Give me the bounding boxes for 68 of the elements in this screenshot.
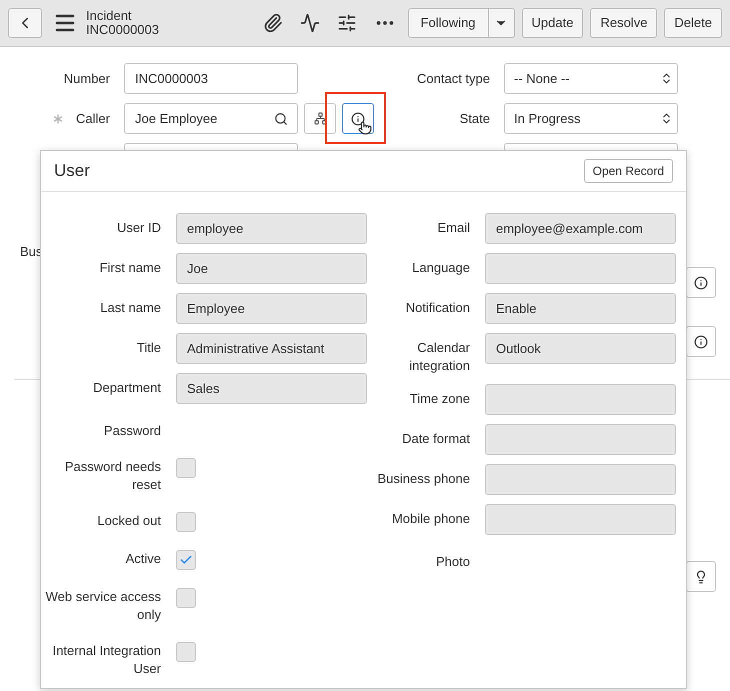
follow-button[interactable]: Following <box>408 8 489 38</box>
field-label: State <box>458 110 490 128</box>
field-label: Date format <box>401 430 470 448</box>
field-label: Notification <box>404 299 470 317</box>
readonly-field[interactable]: Enable <box>485 293 676 324</box>
checkbox[interactable] <box>176 642 196 662</box>
readonly-field[interactable] <box>485 253 676 284</box>
field-label: Password <box>102 422 161 440</box>
readonly-field[interactable] <box>485 464 676 495</box>
hierarchy-button[interactable] <box>304 103 336 134</box>
caller-field[interactable]: Joe Employee <box>124 103 298 134</box>
select-field[interactable]: -- None -- <box>504 63 678 94</box>
field-label: Password needs reset <box>64 458 161 494</box>
record-number: INC0000003 <box>86 23 159 37</box>
highlight-frame <box>325 92 386 144</box>
paperclip-icon[interactable] <box>262 13 283 33</box>
readonly-field[interactable] <box>485 504 676 535</box>
field-label: Web service access only <box>44 588 161 624</box>
readonly-field[interactable] <box>485 424 676 455</box>
field-label: First name <box>98 259 161 277</box>
action-button[interactable]: Delete <box>664 8 722 38</box>
info-icon <box>351 112 365 126</box>
sliders-icon[interactable] <box>336 13 357 33</box>
field-label: Mobile phone <box>390 510 470 528</box>
popup-title: User <box>54 160 90 182</box>
readonly-field[interactable]: Employee <box>176 293 367 324</box>
field-label: Active <box>124 550 161 568</box>
activity-icon[interactable] <box>300 13 320 33</box>
readonly-field[interactable]: employee <box>176 213 367 244</box>
field-value: Joe Employee <box>134 110 218 128</box>
text-field[interactable]: INC0000003 <box>124 63 298 94</box>
checkbox[interactable] <box>176 588 196 608</box>
field-label: Title <box>136 339 161 357</box>
follow-dropdown-button[interactable] <box>488 8 515 38</box>
checkbox[interactable] <box>176 458 196 478</box>
field-label: User ID <box>116 219 161 237</box>
field-label: Time zone <box>408 390 470 408</box>
readonly-field[interactable]: Administrative Assistant <box>176 333 367 364</box>
readonly-field[interactable]: Sales <box>176 373 367 404</box>
readonly-field[interactable]: Joe <box>176 253 367 284</box>
record-type: Incident <box>86 9 133 23</box>
field-label: Language <box>411 259 470 277</box>
hierarchy-icon <box>314 112 326 125</box>
field-label: Calendar integration <box>408 339 470 375</box>
search-icon[interactable] <box>274 112 288 126</box>
field-label: Department <box>92 379 161 397</box>
field-label: Internal Integration User <box>52 642 161 678</box>
info-icon <box>694 276 708 290</box>
field-label: Photo <box>435 553 470 571</box>
lightbulb-icon <box>694 570 708 584</box>
select-field[interactable]: In Progress <box>504 103 678 134</box>
readonly-field[interactable]: employee@example.com <box>485 213 676 244</box>
action-button[interactable]: Update <box>522 8 584 38</box>
readonly-field[interactable]: Outlook <box>485 333 676 364</box>
field-label: Contact type <box>416 70 490 88</box>
checkbox[interactable] <box>176 550 196 570</box>
info-icon <box>694 334 708 348</box>
field-label: Business phone <box>376 470 470 488</box>
open-record-button[interactable]: Open Record <box>584 159 673 183</box>
field-label: Number <box>64 70 110 88</box>
readonly-field[interactable] <box>485 384 676 415</box>
field-label: Locked out <box>96 512 161 530</box>
hand-cursor-icon <box>358 121 372 135</box>
field-label: Email <box>436 219 470 237</box>
field-label: Caller <box>76 110 110 128</box>
field-label: Last name <box>99 299 161 317</box>
checkbox[interactable] <box>176 512 196 532</box>
action-button[interactable]: Resolve <box>590 8 658 38</box>
